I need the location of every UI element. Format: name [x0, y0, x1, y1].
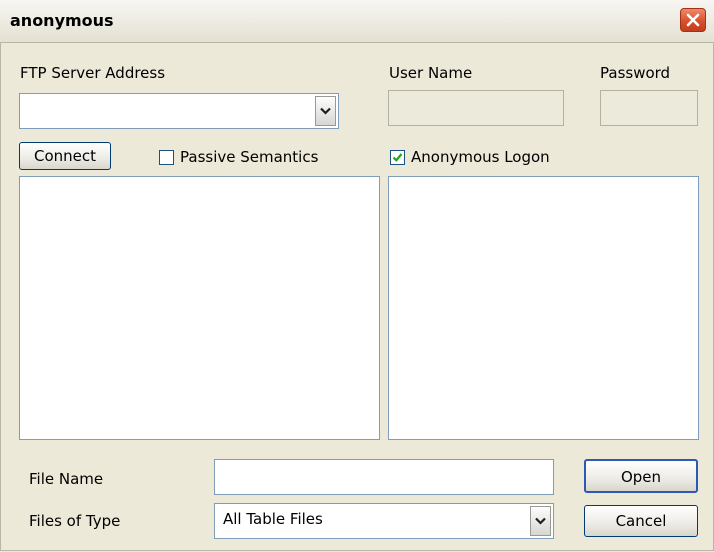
cancel-button[interactable]: Cancel — [584, 505, 698, 537]
files-of-type-dropdown-button[interactable] — [530, 506, 551, 536]
ftp-server-address-combo[interactable] — [19, 93, 339, 129]
anonymous-logon-checkbox[interactable] — [390, 150, 405, 165]
title-bar: anonymous — [0, 0, 714, 43]
remote-file-list[interactable] — [388, 176, 699, 440]
connect-button-label: Connect — [33, 147, 97, 165]
file-name-label: File Name — [29, 470, 104, 488]
ftp-server-dropdown-button[interactable] — [315, 96, 336, 126]
cancel-button-label: Cancel — [615, 512, 667, 530]
open-button[interactable]: Open — [584, 459, 698, 493]
chevron-down-icon — [535, 517, 546, 525]
anonymous-logon-label: Anonymous Logon — [411, 148, 550, 166]
open-button-label: Open — [620, 468, 662, 486]
check-icon — [392, 153, 403, 162]
chevron-down-icon — [320, 107, 331, 115]
files-of-type-label: Files of Type — [29, 512, 121, 530]
file-name-input[interactable] — [214, 459, 554, 495]
close-button[interactable] — [680, 8, 706, 32]
user-name-field[interactable] — [388, 90, 564, 126]
password-field[interactable] — [600, 90, 698, 126]
files-of-type-value: All Table Files — [223, 510, 323, 528]
window-title: anonymous — [10, 11, 114, 30]
connect-button[interactable]: Connect — [19, 142, 111, 170]
local-file-list[interactable] — [19, 176, 380, 440]
password-label: Password — [600, 64, 671, 82]
close-icon — [686, 13, 700, 27]
passive-semantics-checkbox[interactable] — [159, 150, 174, 165]
files-of-type-combo[interactable]: All Table Files — [214, 503, 554, 539]
user-name-label: User Name — [389, 64, 473, 82]
ftp-server-address-label: FTP Server Address — [20, 64, 166, 82]
passive-semantics-label: Passive Semantics — [180, 148, 319, 166]
